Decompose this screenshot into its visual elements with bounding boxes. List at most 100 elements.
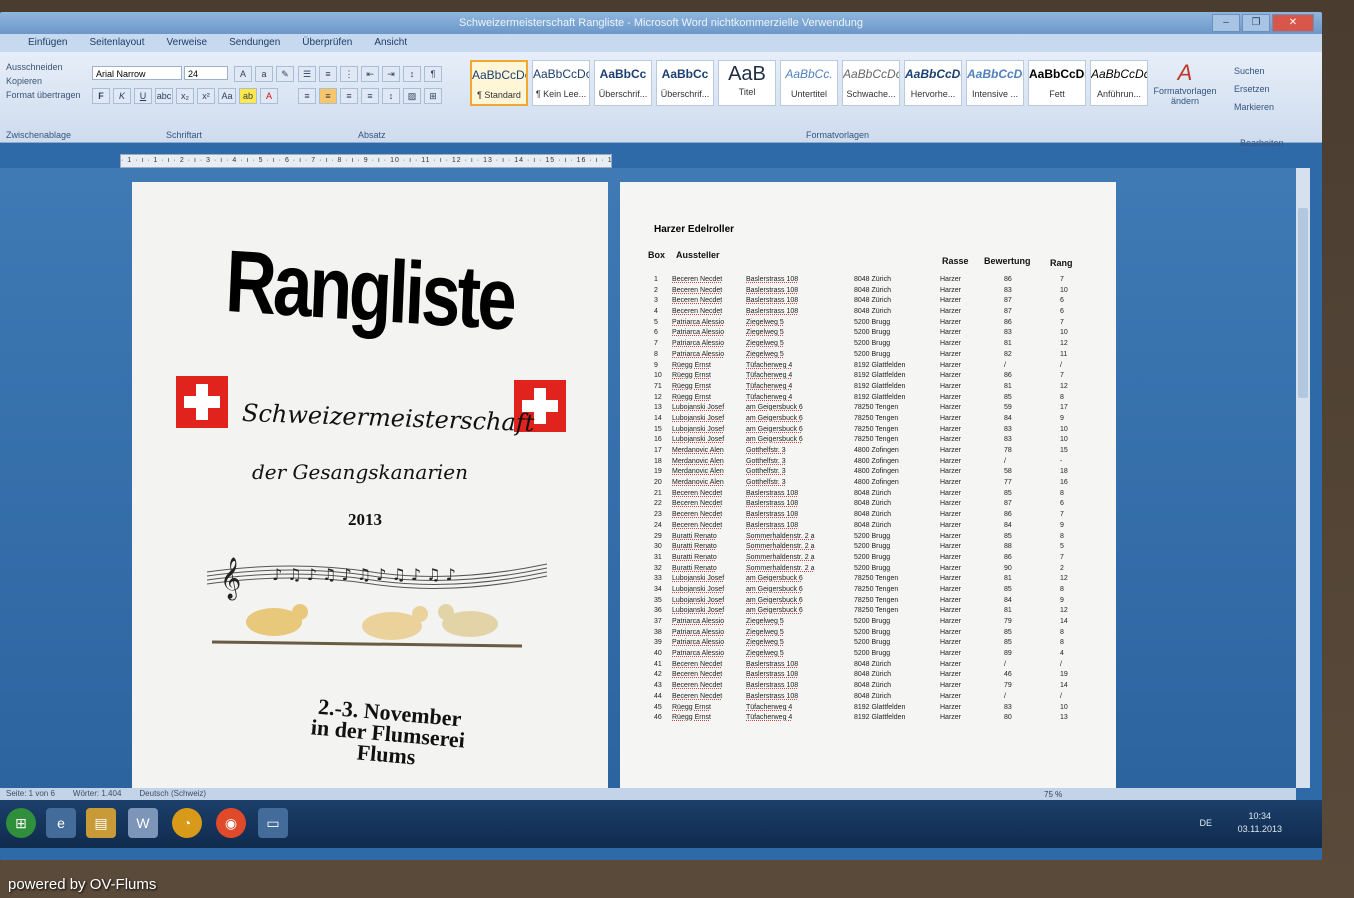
style-tile[interactable]: AaBbCcDc Fett <box>1028 60 1086 106</box>
row-rasse: Harzer <box>940 393 962 401</box>
swiss-flag-icon <box>176 376 228 428</box>
status-language[interactable]: Deutsch (Schweiz) <box>139 788 206 800</box>
close-button[interactable]: ✕ <box>1272 14 1314 32</box>
page-results[interactable]: Harzer Edelroller Box Aussteller Rasse B… <box>620 182 1116 822</box>
row-rasse: Harzer <box>940 318 962 326</box>
row-strasse: am Geigersbuck 6 <box>746 575 803 583</box>
row-ort: 8048 Zürich <box>854 692 891 700</box>
sort-icon[interactable]: ↕ <box>403 66 421 82</box>
align-left-icon[interactable]: ≡ <box>298 88 316 104</box>
word-taskbar-icon[interactable]: W <box>128 808 158 838</box>
line-spacing-icon[interactable]: ↕ <box>382 88 400 104</box>
zoom-level[interactable]: 75 % <box>1044 790 1062 799</box>
style-tile[interactable]: AaBbCcDc Anführun... <box>1090 60 1148 106</box>
ie-icon[interactable]: e <box>46 808 76 838</box>
clock-app-icon[interactable]: ◔ <box>172 808 202 838</box>
vertical-scrollbar[interactable] <box>1296 168 1310 788</box>
row-bewertung: 83 <box>1004 286 1012 294</box>
underline-button[interactable]: U <box>134 88 152 104</box>
tab-sendungen[interactable]: Sendungen <box>229 34 280 52</box>
style-tile[interactable]: AaBbCc. Untertitel <box>780 60 838 106</box>
style-tile[interactable]: AaBbCcDc ¶ Standard <box>470 60 528 106</box>
change-styles-button[interactable]: A Formatvorlagen ändern <box>1150 60 1220 106</box>
justify-icon[interactable]: ≡ <box>361 88 379 104</box>
edit-group-label: Bearbeiten <box>1240 138 1284 148</box>
scrollbar-thumb[interactable] <box>1298 208 1308 398</box>
status-bar: Seite: 1 von 6 Wörter: 1.404 Deutsch (Sc… <box>0 788 1296 800</box>
subscript-button[interactable]: x₂ <box>176 88 194 104</box>
shading-icon[interactable]: ▨ <box>403 88 421 104</box>
row-aussteller: Beceren Necdet <box>672 671 723 679</box>
italic-button[interactable]: K <box>113 88 131 104</box>
horizontal-ruler[interactable]: · 1 · ı · 1 · ı · 2 · ı · 3 · ı · 4 · ı … <box>120 154 612 168</box>
find-button[interactable]: Suchen <box>1234 62 1274 80</box>
align-center-icon[interactable]: ≡ <box>319 88 337 104</box>
style-tile[interactable]: AaBbCc Überschrif... <box>656 60 714 106</box>
row-box: 4 <box>654 308 658 316</box>
row-aussteller: Rüegg Ernst <box>672 382 711 390</box>
multilevel-list-icon[interactable]: ⋮ <box>340 66 358 82</box>
increase-indent-icon[interactable]: ⇥ <box>382 66 400 82</box>
align-right-icon[interactable]: ≡ <box>340 88 358 104</box>
pilcrow-icon[interactable]: ¶ <box>424 66 442 82</box>
grow-font-button[interactable]: A <box>234 66 252 82</box>
table-row: 9 Rüegg Ernst Tüfacherweg 4 8192 Glattfelde… <box>646 362 1086 373</box>
numbering-icon[interactable]: ≡ <box>319 66 337 82</box>
decrease-indent-icon[interactable]: ⇤ <box>361 66 379 82</box>
minimize-button[interactable]: – <box>1212 14 1240 32</box>
tab-ueberpruefen[interactable]: Überprüfen <box>302 34 352 52</box>
row-rang: 7 <box>1060 276 1064 283</box>
row-aussteller: Lubojanski Josef <box>672 404 725 412</box>
font-name-select[interactable]: Arial Narrow <box>92 66 182 80</box>
tab-ansicht[interactable]: Ansicht <box>374 34 407 52</box>
superscript-button[interactable]: x² <box>197 88 215 104</box>
style-tile[interactable]: AaBbCcDc ¶ Kein Lee... <box>532 60 590 106</box>
format-painter-button[interactable]: Format übertragen <box>6 88 86 102</box>
explorer-folder-icon[interactable]: ▤ <box>86 808 116 838</box>
row-rang: 8 <box>1060 489 1064 497</box>
chrome-icon[interactable]: ◉ <box>216 808 246 838</box>
select-button[interactable]: Markieren <box>1234 98 1274 116</box>
window-thumbnail-icon[interactable]: ▭ <box>258 808 288 838</box>
row-bewertung: 83 <box>1004 329 1012 337</box>
style-tile[interactable]: AaBbCc Überschrif... <box>594 60 652 106</box>
style-tile[interactable]: AaB Titel <box>718 60 776 106</box>
row-rasse: Harzer <box>940 372 962 380</box>
row-aussteller: Buratti Renato <box>672 532 717 540</box>
row-aussteller: Lubojanski Josef <box>672 596 725 604</box>
start-button-icon[interactable]: ⊞ <box>6 808 36 838</box>
tab-einfuegen[interactable]: Einfügen <box>28 34 67 52</box>
row-rang: 2 <box>1060 564 1064 572</box>
change-case-button[interactable]: Aa <box>218 88 236 104</box>
taskbar-clock[interactable]: 10:34 03.11.2013 <box>1238 810 1282 836</box>
bold-button[interactable]: F <box>92 88 110 104</box>
cut-button[interactable]: Ausschneiden <box>6 60 86 74</box>
row-box: 46 <box>654 714 662 722</box>
language-indicator[interactable]: DE <box>1199 818 1212 828</box>
style-tile[interactable]: AaBbCcDc Intensive ... <box>966 60 1024 106</box>
font-color-icon[interactable]: A <box>260 88 278 104</box>
status-page[interactable]: Seite: 1 von 6 <box>6 788 55 800</box>
status-words[interactable]: Wörter: 1.404 <box>73 788 121 800</box>
copy-button[interactable]: Kopieren <box>6 74 86 88</box>
row-rang: 16 <box>1060 479 1068 487</box>
row-rang: 17 <box>1060 404 1068 412</box>
row-rasse: Harzer <box>940 297 962 305</box>
maximize-button[interactable]: ❐ <box>1242 14 1270 32</box>
row-aussteller: Merdanovic Alen <box>672 468 724 476</box>
tab-verweise[interactable]: Verweise <box>167 34 208 52</box>
clear-format-button[interactable]: ✎ <box>276 66 294 82</box>
style-tile[interactable]: AaBbCcDc Hervorhe... <box>904 60 962 106</box>
font-size-select[interactable]: 24 <box>184 66 228 80</box>
row-ort: 78250 Tengen <box>854 414 899 422</box>
page-cover[interactable]: Rangliste Schweizermeisterschaft der Ges… <box>132 182 608 822</box>
tab-seitenlayout[interactable]: Seitenlayout <box>89 34 144 52</box>
highlight-icon[interactable]: ab <box>239 88 257 104</box>
row-ort: 5200 Brugg <box>854 340 891 348</box>
style-tile[interactable]: AaBbCcDc Schwache... <box>842 60 900 106</box>
replace-button[interactable]: Ersetzen <box>1234 80 1274 98</box>
strikethrough-button[interactable]: abc <box>155 88 173 104</box>
borders-icon[interactable]: ⊞ <box>424 88 442 104</box>
bullets-icon[interactable]: ☰ <box>298 66 316 82</box>
shrink-font-button[interactable]: a <box>255 66 273 82</box>
